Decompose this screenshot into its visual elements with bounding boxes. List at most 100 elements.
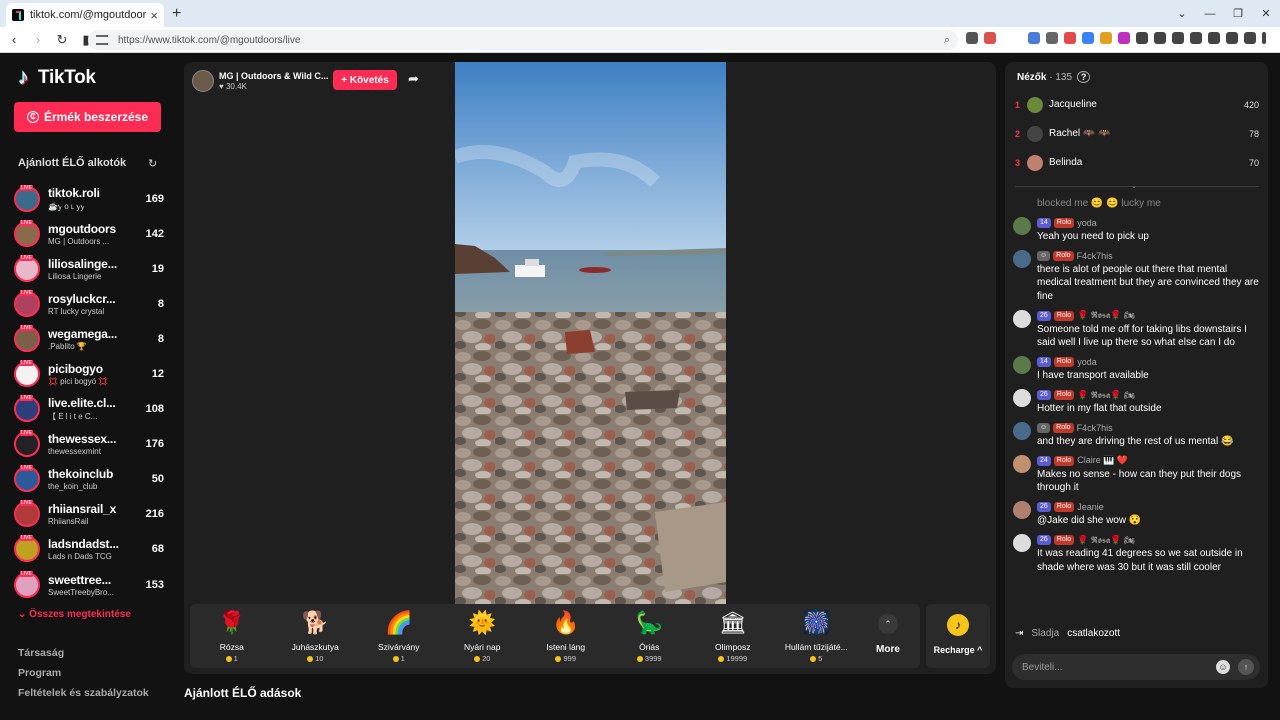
top-viewer-row[interactable]: 3 Belinda 70 xyxy=(1015,148,1259,177)
color-picker-icon[interactable] xyxy=(1100,32,1112,44)
menu-icon[interactable] xyxy=(1262,32,1266,44)
creator-avatar[interactable]: LIVE xyxy=(14,360,40,388)
creator-name[interactable]: rhiiansrail_x xyxy=(48,502,140,516)
creator-avatar[interactable]: LIVE xyxy=(14,535,40,563)
viewer-avatar[interactable] xyxy=(1027,96,1043,113)
creator-avatar[interactable]: LIVE xyxy=(14,219,40,247)
user-avatar[interactable] xyxy=(1013,249,1031,268)
close-window-icon[interactable]: ✕ xyxy=(1252,7,1280,20)
creator-name[interactable]: thewessex... xyxy=(48,432,140,446)
viewer-avatar[interactable] xyxy=(1027,125,1043,142)
viewer-name[interactable]: Jacqueline xyxy=(1049,99,1244,110)
gift-item[interactable]: 🌈 Szivárvány 1 xyxy=(357,604,441,668)
creator-name[interactable]: tiktok.roli xyxy=(48,186,140,200)
zoom-icon[interactable]: ⌕ xyxy=(944,34,950,47)
gift-item[interactable]: 🎆 Hullám tűzijáté... 5 xyxy=(775,604,859,668)
username[interactable]: 🌹 𝕽𝖔𝖘𝖆🌹 🏍 xyxy=(1077,310,1135,321)
joined-user[interactable]: Sladja xyxy=(1031,628,1059,639)
creator-name[interactable]: sweettree... xyxy=(48,573,140,587)
new-tab-button[interactable]: + xyxy=(172,5,181,23)
top-viewer-row[interactable]: 2 Rachel 🦇 🦇 78 xyxy=(1015,119,1259,148)
user-avatar[interactable] xyxy=(1013,534,1031,553)
creator-avatar[interactable]: LIVE xyxy=(14,430,40,458)
notes-icon[interactable] xyxy=(1136,32,1148,44)
more-gifts-button[interactable]: ⌃ More xyxy=(858,604,918,668)
creator-avatar[interactable]: LIVE xyxy=(14,324,40,352)
tab-close-icon[interactable]: × xyxy=(150,8,158,23)
refresh-icon[interactable]: ↻ xyxy=(148,157,157,170)
user-avatar[interactable] xyxy=(1013,217,1031,235)
viewers-header[interactable]: Nézők · 135 ? xyxy=(1017,71,1091,83)
host-name[interactable]: MG | Outdoors & Wild C... xyxy=(219,71,331,81)
gift-item[interactable]: 🔥 Isteni láng 999 xyxy=(524,604,608,668)
expand-chevron-icon[interactable]: ⌄ xyxy=(1131,182,1137,190)
top-viewer-row[interactable]: 1 Jacqueline 420 xyxy=(1015,90,1259,119)
puzzle-icon[interactable] xyxy=(1154,32,1166,44)
address-bar[interactable]: https://www.tiktok.com/@mgoutdoors/live … xyxy=(88,30,958,50)
minimize-icon[interactable]: — xyxy=(1196,8,1224,20)
creator-avatar[interactable]: LIVE xyxy=(14,395,40,423)
creator-name[interactable]: live.elite.cl... xyxy=(48,396,140,410)
share-icon[interactable]: ➦ xyxy=(408,71,419,87)
viewer-name[interactable]: Rachel 🦇 🦇 xyxy=(1049,128,1249,139)
ublock-icon[interactable] xyxy=(1118,32,1130,44)
live-video[interactable] xyxy=(455,62,726,604)
creator-name[interactable]: mgoutdoors xyxy=(48,222,140,236)
creator-item[interactable]: LIVE thewessex... thewessexmint 176 xyxy=(14,427,164,462)
site-settings-icon[interactable] xyxy=(96,35,108,45)
creator-item[interactable]: LIVE liliosalinge... Liliosa Lingerie 19 xyxy=(14,251,164,286)
creator-avatar[interactable]: LIVE xyxy=(14,465,40,493)
creator-item[interactable]: LIVE sweettree... SweetTreebyBro... 153 xyxy=(14,567,164,602)
creator-item[interactable]: LIVE live.elite.cl... 【 E l i t e C... 108 xyxy=(14,392,164,427)
footer-link[interactable]: Feltételek és szabályzatok xyxy=(18,683,149,703)
creator-item[interactable]: LIVE rosyluckcr... RT lucky crystal 8 xyxy=(14,286,164,321)
leo-icon[interactable] xyxy=(1226,32,1238,44)
creator-item[interactable]: LIVE wegamega... .Pablito 🏆 8 xyxy=(14,321,164,356)
gift-item[interactable]: 🐕 Juhászkutya 10 xyxy=(274,604,358,668)
user-avatar[interactable] xyxy=(1013,454,1031,473)
username[interactable]: F4ck7his xyxy=(1077,251,1113,261)
creator-name[interactable]: picibogyo xyxy=(48,362,140,376)
tab-search-icon[interactable]: ⌄ xyxy=(1168,7,1196,20)
username[interactable]: 🌹 𝕽𝖔𝖘𝖆🌹 🏍 xyxy=(1077,535,1135,546)
user-avatar[interactable] xyxy=(1013,501,1031,520)
see-all-link[interactable]: ⌄ Összes megtekintése xyxy=(18,609,131,620)
creator-item[interactable]: LIVE tiktok.roli ☕ꭚ ᴏ ʟ ꭚꭚ 169 xyxy=(14,181,164,216)
creator-item[interactable]: LIVE ladsndadst... Lads n Dads TCG 68 xyxy=(14,532,164,567)
wallet-icon[interactable] xyxy=(1208,32,1220,44)
reload-icon[interactable]: ↻ xyxy=(52,32,72,48)
emoji-icon[interactable]: ☺ xyxy=(1216,660,1230,674)
brave-shield-icon[interactable] xyxy=(966,32,978,44)
creator-item[interactable]: LIVE picibogyo 💢 pici bogyó 💢 12 xyxy=(14,356,164,391)
vpn-icon[interactable] xyxy=(1082,32,1094,44)
footer-link[interactable]: Társaság xyxy=(18,643,149,663)
creator-name[interactable]: wegamega... xyxy=(48,327,140,341)
host-info[interactable]: MG | Outdoors & Wild C... ♥ 30.4K xyxy=(192,70,331,92)
chat-input[interactable]: Beviteli... ☺ ↑ xyxy=(1012,654,1260,680)
username[interactable]: Jeanie xyxy=(1077,502,1104,512)
creator-name[interactable]: rosyluckcr... xyxy=(48,292,140,306)
creator-name[interactable]: ladsndadst... xyxy=(48,537,140,551)
host-avatar[interactable] xyxy=(192,70,214,92)
username[interactable]: Claire 🎹 ❤️ xyxy=(1077,455,1128,466)
recharge-button[interactable]: ♪ Recharge ^ xyxy=(926,604,990,668)
username[interactable]: 🌹 𝕽𝖔𝖘𝖆🌹 🏍 xyxy=(1077,390,1135,401)
info-icon[interactable]: ? xyxy=(1076,71,1091,83)
gift-item[interactable]: 🌞 Nyári nap 20 xyxy=(441,604,525,668)
send-icon[interactable]: ↑ xyxy=(1238,659,1254,675)
creator-item[interactable]: LIVE thekoinclub the_koin_club 50 xyxy=(14,462,164,497)
tiktok-logo[interactable]: TikTok xyxy=(18,64,96,90)
gift-item[interactable]: 🌹 Rózsa 1 xyxy=(190,604,274,668)
translate-icon[interactable] xyxy=(1028,32,1040,44)
media-icon[interactable] xyxy=(1172,32,1184,44)
user-avatar[interactable] xyxy=(1013,389,1031,408)
creator-avatar[interactable]: LIVE xyxy=(14,289,40,317)
get-coins-button[interactable]: ₵ Érmék beszerzése xyxy=(14,102,161,132)
browser-tab[interactable]: tiktok.com/@mgoutdoors/live × xyxy=(6,3,164,27)
restore-icon[interactable]: ❐ xyxy=(1224,7,1252,20)
creator-avatar[interactable]: LIVE xyxy=(14,254,40,282)
forward-icon[interactable]: › xyxy=(28,32,48,47)
username[interactable]: yoda xyxy=(1077,357,1097,367)
follow-button[interactable]: + Követés xyxy=(333,70,397,90)
creator-name[interactable]: liliosalinge... xyxy=(48,257,140,271)
